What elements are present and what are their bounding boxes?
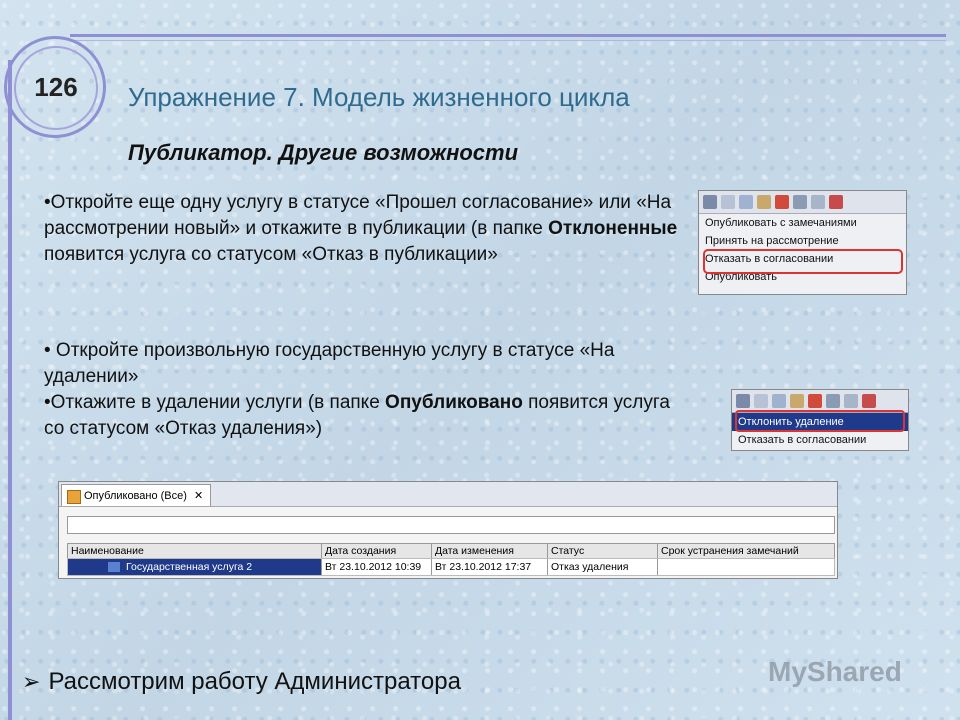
arrow-bullet-icon: ➢: [22, 669, 41, 694]
document-icon[interactable]: [811, 195, 825, 209]
frame-vertical-line: [8, 60, 12, 720]
p2-text-before: •Откажите в удалении услуги (в папке: [44, 392, 386, 413]
column-header-created[interactable]: Дата создания: [322, 544, 432, 558]
flag-icon[interactable]: [829, 195, 843, 209]
footer-text: Рассмотрим работу Администратора: [48, 668, 461, 695]
table-row[interactable]: Государственная услуга 2 Вт 23.10.2012 1…: [67, 558, 835, 576]
cell-modified: Вт 23.10.2012 17:37: [432, 559, 548, 575]
cell-created: Вт 23.10.2012 10:39: [322, 559, 432, 575]
p1-text-after: появится услуга со статусом «Отказ в пуб…: [44, 244, 498, 265]
delete-icon[interactable]: [775, 195, 789, 209]
cell-name-text: Государственная услуга 2: [126, 561, 253, 573]
close-icon[interactable]: ✕: [194, 485, 203, 507]
instruction-paragraph-2: • Откройте произвольную государственную …: [44, 338, 684, 442]
tab-label: Опубликовано (Все): [84, 490, 187, 502]
print-icon[interactable]: [721, 195, 735, 209]
highlight-frame-2: [735, 410, 905, 432]
slide-subtitle: Публикатор. Другие возможности: [128, 140, 519, 165]
watermark-logo: MyShared: [768, 656, 902, 687]
table-header: Наименование Дата создания Дата изменени…: [67, 543, 835, 559]
cell-deadline: [658, 559, 834, 575]
tab-bar: Опубликовано (Все) ✕: [59, 482, 837, 507]
service-icon: [108, 562, 120, 573]
edit-icon[interactable]: [790, 394, 804, 408]
cell-name[interactable]: Государственная услуга 2: [68, 559, 322, 575]
gear-icon[interactable]: [703, 195, 717, 209]
column-header-modified[interactable]: Дата изменения: [432, 544, 548, 558]
published-services-window: Опубликовано (Все) ✕ Наименование Дата с…: [58, 481, 838, 579]
slide-title: Упражнение 7. Модель жизненного цикла: [128, 82, 630, 112]
tab-published-all[interactable]: Опубликовано (Все) ✕: [61, 484, 211, 506]
p2-line-2: •Откажите в удалении услуги (в папке Опу…: [44, 390, 684, 442]
gear-icon[interactable]: [736, 394, 750, 408]
context-menu-publish: Опубликовать с замечаниями Принять на ра…: [698, 190, 907, 295]
menu-toolbar: [699, 191, 906, 214]
slide-number: 126: [34, 72, 78, 102]
print-icon[interactable]: [754, 394, 768, 408]
p1-text-bold: Отклоненные: [548, 218, 678, 239]
column-header-name[interactable]: Наименование: [68, 544, 322, 558]
instruction-paragraph-1: •Откройте еще одну услугу в статусе «Про…: [44, 190, 684, 268]
copy-icon[interactable]: [739, 195, 753, 209]
highlight-frame-1: [703, 249, 903, 274]
filter-input[interactable]: [67, 516, 835, 534]
tool-icon[interactable]: [793, 195, 807, 209]
column-header-status[interactable]: Статус: [548, 544, 658, 558]
frame-horizontal-line-thin: [70, 40, 946, 41]
menu-item-publish-with-remarks[interactable]: Опубликовать с замечаниями: [699, 214, 906, 232]
menu-item-reject-approval-2[interactable]: Отказать в согласовании: [732, 431, 908, 449]
document-icon[interactable]: [844, 394, 858, 408]
folder-icon: [67, 490, 81, 504]
flag-icon[interactable]: [862, 394, 876, 408]
p2-line-1: • Откройте произвольную государственную …: [44, 340, 615, 387]
menu-item-accept-review[interactable]: Принять на рассмотрение: [699, 232, 906, 250]
p2-text-bold: Опубликовано: [385, 392, 523, 413]
column-header-deadline[interactable]: Срок устранения замечаний: [658, 544, 834, 558]
cell-status: Отказ удаления: [548, 559, 658, 575]
copy-icon[interactable]: [772, 394, 786, 408]
edit-icon[interactable]: [757, 195, 771, 209]
frame-horizontal-line: [70, 34, 946, 37]
delete-icon[interactable]: [808, 394, 822, 408]
tool-icon[interactable]: [826, 394, 840, 408]
footer-bullet: ➢ Рассмотрим работу Администратора: [22, 668, 461, 696]
